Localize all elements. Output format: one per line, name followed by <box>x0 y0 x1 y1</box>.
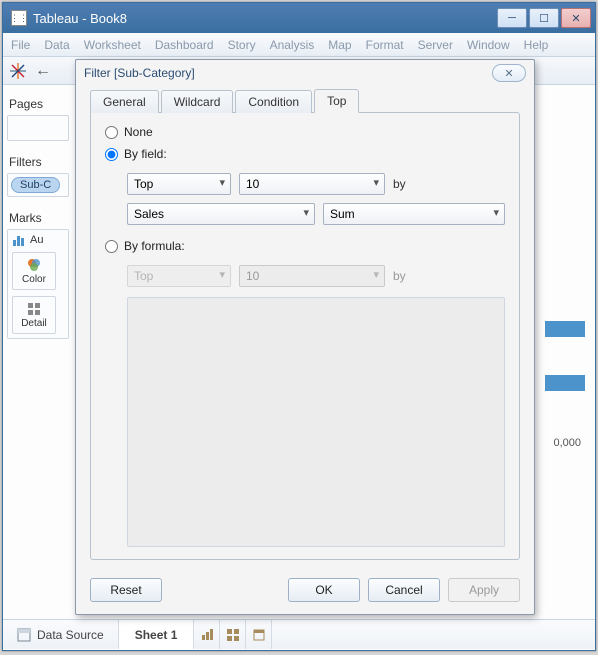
filters-shelf[interactable]: Sub-C <box>7 173 69 197</box>
menu-format[interactable]: Format <box>366 38 404 52</box>
radio-by-formula[interactable] <box>105 240 118 253</box>
menu-dashboard[interactable]: Dashboard <box>155 38 214 52</box>
menu-window[interactable]: Window <box>467 38 510 52</box>
by-formula-by-label: by <box>393 269 406 283</box>
color-mark-label: Color <box>22 274 46 285</box>
dialog-button-row: Reset OK Cancel Apply <box>76 570 534 614</box>
cancel-button[interactable]: Cancel <box>368 578 440 602</box>
marks-type-dropdown[interactable]: Au <box>12 234 64 246</box>
app-icon: ⋮⋮ <box>11 10 27 26</box>
back-button[interactable]: ← <box>35 62 51 80</box>
titlebar: ⋮⋮ Tableau - Book8 ─ ☐ ✕ <box>3 3 595 33</box>
menu-file[interactable]: File <box>11 38 30 52</box>
formula-textarea <box>127 297 505 547</box>
reset-button[interactable]: Reset <box>90 578 162 602</box>
tab-wildcard[interactable]: Wildcard <box>161 90 234 113</box>
menu-data[interactable]: Data <box>44 38 69 52</box>
tab-top[interactable]: Top <box>314 89 359 113</box>
dialog-titlebar: Filter [Sub-Category] ✕ <box>76 60 534 86</box>
dialog-tabstrip: General Wildcard Condition Top <box>76 86 534 112</box>
dialog-close-button[interactable]: ✕ <box>492 64 526 82</box>
option-by-field[interactable]: By field: <box>105 147 505 161</box>
apply-button: Apply <box>448 578 520 602</box>
pages-shelf-label: Pages <box>9 97 67 111</box>
bar-2 <box>545 375 585 391</box>
filter-dialog: Filter [Sub-Category] ✕ General Wildcard… <box>75 59 535 615</box>
axis-tick-label: 0,000 <box>553 437 581 449</box>
new-dashboard-icon <box>226 628 240 642</box>
data-source-label: Data Source <box>37 628 104 642</box>
filter-pill-subcategory[interactable]: Sub-C <box>11 177 60 193</box>
option-by-field-label: By field: <box>124 147 167 161</box>
new-story-icon <box>252 628 266 642</box>
new-worksheet-button[interactable] <box>194 620 220 649</box>
menu-help[interactable]: Help <box>524 38 549 52</box>
app-window: ⋮⋮ Tableau - Book8 ─ ☐ ✕ File Data Works… <box>2 2 596 651</box>
radio-by-field[interactable] <box>105 148 118 161</box>
sheet-bar: Data Source Sheet 1 <box>3 619 595 649</box>
by-formula-direction-select: Top <box>127 265 231 287</box>
detail-mark-button[interactable]: Detail <box>12 296 56 334</box>
menu-map[interactable]: Map <box>328 38 351 52</box>
option-none-label: None <box>124 125 153 139</box>
detail-icon <box>27 302 41 316</box>
ok-button[interactable]: OK <box>288 578 360 602</box>
datasource-icon <box>17 628 31 642</box>
left-side-panels: Pages Filters Sub-C Marks Au Color <box>3 85 73 619</box>
marks-label: Marks <box>9 211 67 225</box>
by-field-agg-select[interactable]: Sum <box>323 203 505 225</box>
by-field-count-input[interactable] <box>239 173 385 195</box>
close-window-button[interactable]: ✕ <box>561 8 591 28</box>
sheet-tab-1[interactable]: Sheet 1 <box>119 620 195 649</box>
menu-story[interactable]: Story <box>228 38 256 52</box>
bar-chart-icon <box>12 234 26 246</box>
option-by-formula-label: By formula: <box>124 239 185 253</box>
marks-card: Au Color Detail <box>7 229 69 339</box>
minimize-button[interactable]: ─ <box>497 8 527 28</box>
window-title: Tableau - Book8 <box>33 11 497 26</box>
menu-server[interactable]: Server <box>418 38 453 52</box>
menu-analysis[interactable]: Analysis <box>270 38 315 52</box>
workarea: Pages Filters Sub-C Marks Au Color <box>3 85 595 619</box>
new-dashboard-button[interactable] <box>220 620 246 649</box>
color-mark-button[interactable]: Color <box>12 252 56 290</box>
tab-condition[interactable]: Condition <box>235 90 312 113</box>
marks-type-text: Au <box>30 234 43 246</box>
new-worksheet-icon <box>200 628 214 642</box>
color-icon <box>27 258 41 272</box>
dialog-title: Filter [Sub-Category] <box>84 66 492 80</box>
option-none[interactable]: None <box>105 125 505 139</box>
tab-general[interactable]: General <box>90 90 159 113</box>
by-formula-count-input <box>239 265 385 287</box>
option-by-formula[interactable]: By formula: <box>105 239 505 253</box>
radio-none[interactable] <box>105 126 118 139</box>
data-source-tab[interactable]: Data Source <box>3 620 119 649</box>
tableau-logo-icon <box>9 62 27 80</box>
by-field-measure-select[interactable]: Sales <box>127 203 315 225</box>
tab-top-body: None By field: Top by Sales Sum <box>90 112 520 560</box>
by-field-by-label: by <box>393 177 406 191</box>
by-field-direction-select[interactable]: Top <box>127 173 231 195</box>
menu-worksheet[interactable]: Worksheet <box>84 38 141 52</box>
filters-shelf-label: Filters <box>9 155 67 169</box>
maximize-button[interactable]: ☐ <box>529 8 559 28</box>
new-story-button[interactable] <box>246 620 272 649</box>
menubar: File Data Worksheet Dashboard Story Anal… <box>3 33 595 57</box>
pages-shelf[interactable] <box>7 115 69 141</box>
bar-1 <box>545 321 585 337</box>
detail-mark-label: Detail <box>21 318 47 329</box>
